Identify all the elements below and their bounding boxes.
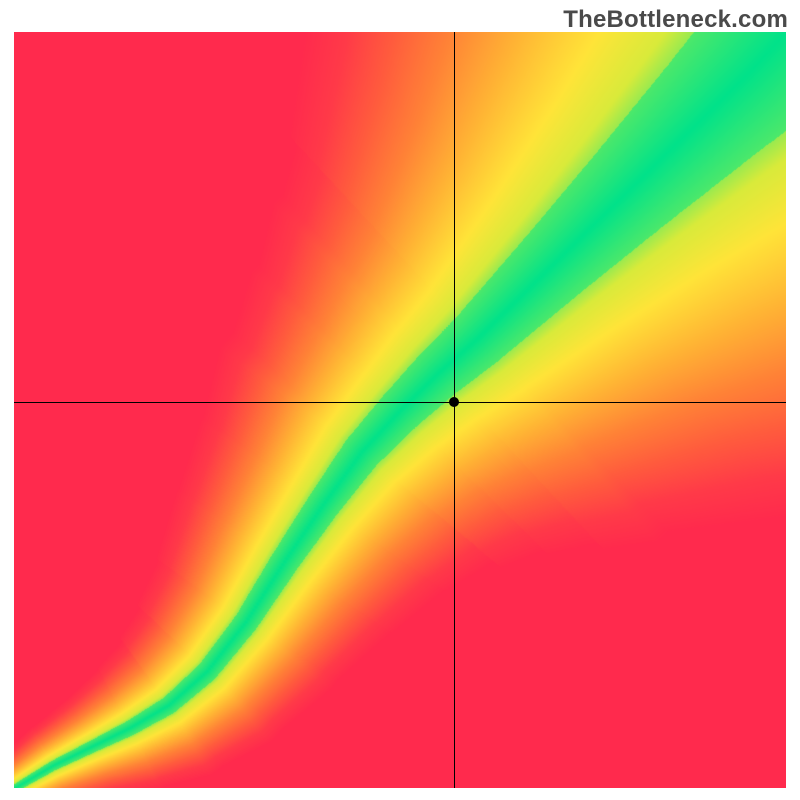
- heatmap-plot: [14, 32, 786, 788]
- watermark-text: TheBottleneck.com: [563, 6, 788, 34]
- heatmap-canvas: [14, 32, 786, 788]
